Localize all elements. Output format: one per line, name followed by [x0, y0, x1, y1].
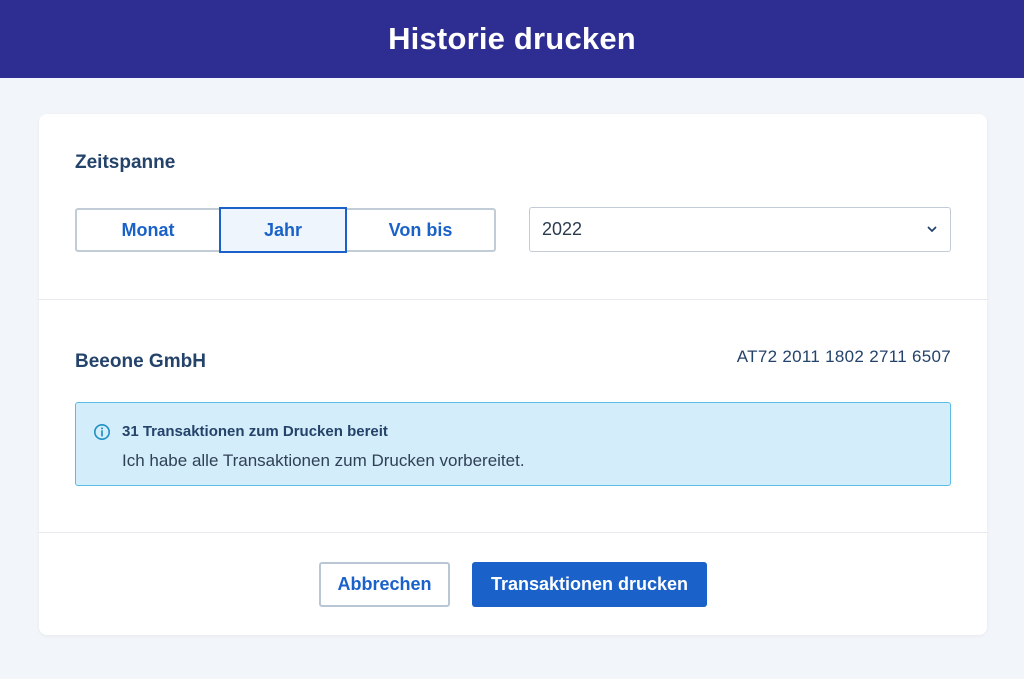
- info-alert: 31 Transaktionen zum Drucken bereit Ich …: [75, 402, 951, 486]
- period-label: Zeitspanne: [75, 152, 176, 173]
- year-select-value: 2022: [542, 219, 583, 239]
- tab-year[interactable]: Jahr: [219, 207, 347, 253]
- alert-title: 31 Transaktionen zum Drucken bereit: [122, 423, 388, 440]
- year-select[interactable]: 2022: [529, 207, 951, 252]
- alert-message: Ich habe alle Transaktionen zum Drucken …: [122, 451, 525, 470]
- divider: [39, 299, 987, 300]
- chevron-down-icon: [926, 224, 938, 236]
- print-history-card: Zeitspanne Monat Jahr Von bis 2022 Beeon…: [39, 114, 987, 635]
- tab-date-range[interactable]: Von bis: [346, 210, 494, 250]
- page-title: Historie drucken: [388, 21, 636, 56]
- divider: [39, 532, 987, 533]
- dialog-header: Historie drucken: [0, 0, 1024, 78]
- info-icon: [93, 423, 111, 441]
- period-segmented-control: Monat Jahr Von bis: [75, 207, 496, 253]
- cancel-button[interactable]: Abbrechen: [319, 562, 450, 607]
- tab-month[interactable]: Monat: [77, 210, 220, 250]
- account-name: Beeone GmbH: [75, 351, 206, 372]
- print-transactions-button[interactable]: Transaktionen drucken: [472, 562, 707, 607]
- account-iban: AT72 2011 1802 2711 6507: [736, 347, 951, 366]
